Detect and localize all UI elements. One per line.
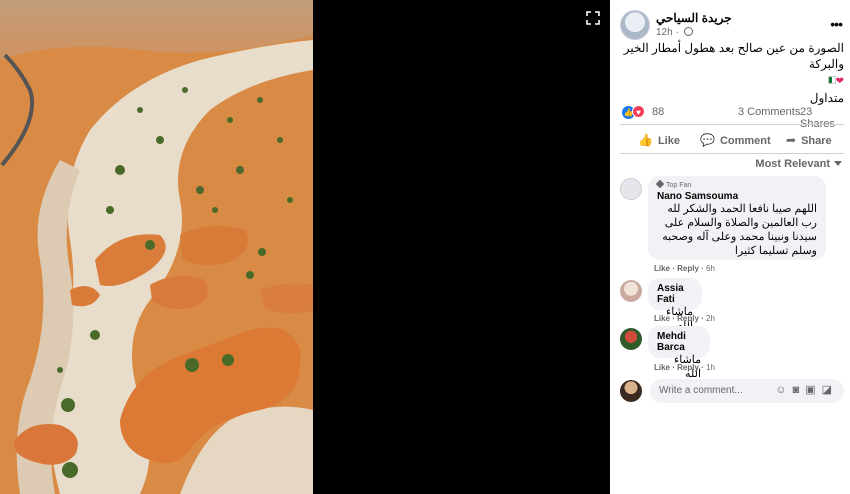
post-time[interactable]: 12h xyxy=(656,27,673,38)
comment-time[interactable]: 1h xyxy=(706,363,715,372)
comment-bubble: Mehdi Barca ماشاء الله xyxy=(648,326,710,380)
chevron-down-icon xyxy=(834,161,842,166)
gif-icon[interactable]: ▣ xyxy=(805,384,821,396)
comment-reply-link[interactable]: Reply xyxy=(677,314,699,323)
comment-author[interactable]: Nano Samsouma xyxy=(657,191,817,202)
comment-like-link[interactable]: Like xyxy=(654,314,670,323)
comment-like-link[interactable]: Like xyxy=(654,264,670,273)
reaction-icons[interactable]: 👍 ♥ xyxy=(622,105,645,119)
reaction-stats: 👍 ♥ 88 3 Comments 23 Shares xyxy=(622,104,844,130)
comment-reply-link[interactable]: Reply xyxy=(677,264,699,273)
avatar[interactable] xyxy=(620,280,642,302)
post-side-panel: جريدة السياحي 12h · ••• الصورة من عين صا… xyxy=(610,0,850,494)
divider xyxy=(620,153,844,154)
post-photo[interactable] xyxy=(0,0,313,494)
comment-bubble: Top Fan Nano Samsouma اللهم صيبا نافعا ا… xyxy=(648,176,826,260)
camera-icon[interactable]: ◙ xyxy=(793,384,806,396)
sticker-icon[interactable]: ◪ xyxy=(822,384,838,396)
post-actions: 👍 Like 💬 Comment ➦ Share xyxy=(620,128,844,152)
share-arrow-icon: ➦ xyxy=(786,133,797,147)
badge-label: Top Fan xyxy=(666,182,692,189)
expand-icon[interactable] xyxy=(585,10,601,26)
desert-flood-image xyxy=(0,0,313,494)
like-button[interactable]: 👍 Like xyxy=(638,133,680,147)
share-button[interactable]: ➦ Share xyxy=(786,133,832,147)
caption-line-1: الصورة من عين صالح بعد هطول أمطار الخير … xyxy=(623,41,844,71)
globe-icon xyxy=(683,27,693,36)
composer-icons: ☺◙▣◪ xyxy=(775,383,838,396)
comment-time[interactable]: 2h xyxy=(706,314,715,323)
page-avatar[interactable] xyxy=(620,10,650,40)
photo-viewer xyxy=(0,0,610,494)
sort-dropdown[interactable]: Most Relevant xyxy=(755,158,842,170)
comment-author[interactable]: Assia Fati xyxy=(657,283,693,305)
thumbs-up-icon: 👍 xyxy=(638,133,653,147)
flag-emoji-icon xyxy=(827,76,836,84)
comment-like-link[interactable]: Like xyxy=(654,363,670,372)
shares-count[interactable]: 23 Shares xyxy=(800,106,844,130)
comment-time[interactable]: 6h xyxy=(706,264,715,273)
reaction-count[interactable]: 88 xyxy=(652,106,664,118)
avatar[interactable] xyxy=(620,178,642,200)
sort-label: Most Relevant xyxy=(755,158,830,170)
comment-label: Comment xyxy=(719,135,771,147)
comments-count[interactable]: 3 Comments xyxy=(738,106,800,118)
top-fan-badge: Top Fan xyxy=(655,179,817,189)
comment-placeholder: Write a comment... xyxy=(659,385,743,396)
divider xyxy=(620,124,844,125)
post-meta: 12h · xyxy=(656,27,693,38)
avatar[interactable] xyxy=(620,380,642,402)
comment-author[interactable]: Mehdi Barca xyxy=(657,331,701,353)
caption-emojis: ❤ xyxy=(618,72,844,90)
more-dots-icon[interactable]: ••• xyxy=(830,16,843,32)
comment-bubble-icon: 💬 xyxy=(700,133,715,147)
share-label: Share xyxy=(801,135,832,147)
comment-bubble: Assia Fati ماشاء الله xyxy=(648,278,702,332)
comment-meta: Like · Reply · 2h xyxy=(654,314,715,323)
comment-text: اللهم صيبا نافعا الحمد والشكر لله رب الع… xyxy=(662,203,817,257)
post-header: جريدة السياحي 12h · ••• xyxy=(620,8,844,40)
comment-meta: Like · Reply · 1h xyxy=(654,363,715,372)
post-caption: الصورة من عين صالح بعد هطول أمطار الخير … xyxy=(618,40,844,106)
love-reaction-icon: ♥ xyxy=(632,105,645,118)
like-label: Like xyxy=(657,135,680,147)
page-name[interactable]: جريدة السياحي xyxy=(656,11,732,25)
comment-button[interactable]: 💬 Comment xyxy=(700,133,771,147)
heart-emoji-icon: ❤ xyxy=(835,76,844,87)
comment-meta: Like · Reply · 6h xyxy=(654,264,715,273)
comment-input[interactable]: Write a comment... ☺◙▣◪ xyxy=(650,379,844,403)
comment-reply-link[interactable]: Reply xyxy=(677,363,699,372)
emoji-icon[interactable]: ☺ xyxy=(775,384,792,396)
diamond-icon xyxy=(655,179,665,189)
avatar[interactable] xyxy=(620,328,642,350)
